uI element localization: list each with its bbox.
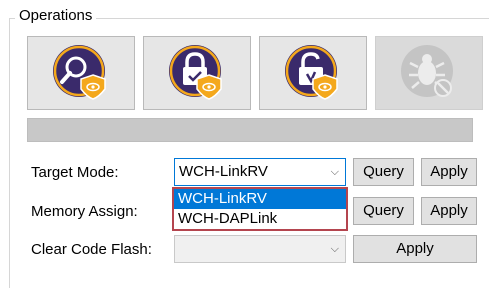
group-title: Operations — [15, 7, 97, 24]
query-protection-button[interactable] — [27, 36, 135, 110]
disable-protection-button[interactable] — [259, 36, 367, 110]
unlock-shield-icon — [285, 45, 338, 100]
apply-target-mode-button[interactable]: Apply — [421, 158, 477, 186]
bug-disabled-icon — [401, 45, 453, 97]
target-mode-value: WCH-LinkRV — [179, 163, 268, 180]
memory-assign-label: Memory Assign: — [31, 203, 138, 220]
query-memory-assign-button[interactable]: Query — [353, 197, 414, 225]
apply-memory-assign-button[interactable]: Apply — [421, 197, 477, 225]
lock-shield-icon — [169, 45, 222, 100]
dropdown-option-wch-daplink[interactable]: WCH-DAPLink — [174, 209, 346, 229]
enable-protection-button[interactable] — [143, 36, 251, 110]
progress-bar — [27, 118, 473, 142]
target-mode-label: Target Mode: — [31, 164, 119, 181]
target-mode-select[interactable]: WCH-LinkRV ⌵ — [174, 158, 346, 186]
chevron-down-icon: ⌵ — [330, 243, 339, 255]
apply-clear-code-flash-button[interactable]: Apply — [353, 235, 477, 263]
query-target-mode-button[interactable]: Query — [353, 158, 414, 186]
target-mode-dropdown-list: WCH-LinkRV WCH-DAPLink — [172, 187, 348, 231]
magnifier-shield-icon — [53, 45, 106, 100]
clear-code-flash-select[interactable]: ⌵ — [174, 235, 346, 263]
chevron-down-icon: ⌵ — [330, 166, 339, 178]
debug-button[interactable] — [375, 36, 483, 110]
dropdown-option-wch-linkrv[interactable]: WCH-LinkRV — [174, 189, 346, 209]
clear-code-flash-label: Clear Code Flash: — [31, 241, 152, 258]
